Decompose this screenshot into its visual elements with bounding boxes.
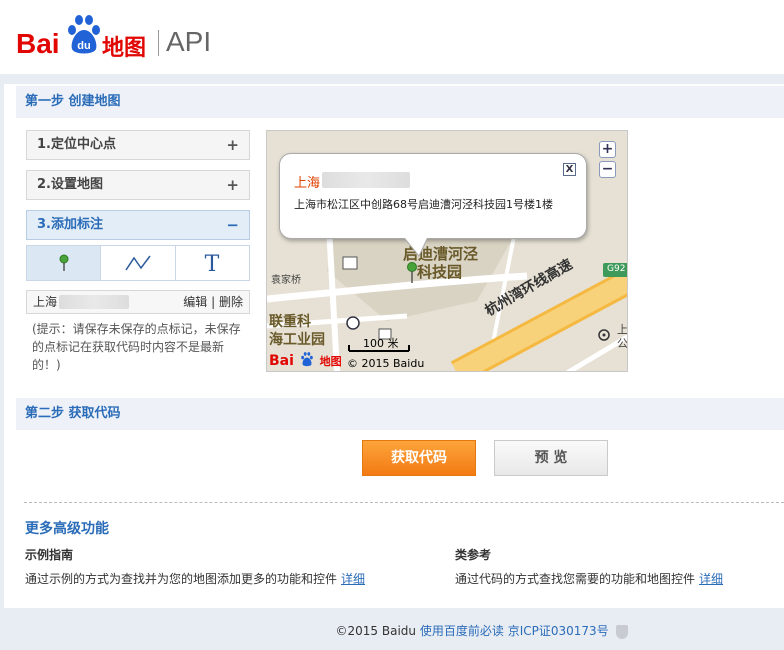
redacted-text — [59, 295, 129, 309]
baidu-paw-icon: du — [68, 15, 100, 54]
info-window-address: 上海市松江区中创路68号启迪漕河泾科技园1号楼1楼 — [294, 198, 553, 211]
separator: | — [211, 295, 216, 309]
place-label-yuanjiaqiao: 袁家桥 — [271, 275, 301, 286]
get-code-button[interactable]: 获取代码 — [362, 440, 476, 476]
divider — [24, 502, 784, 503]
expand-icon: + — [226, 136, 239, 154]
marker-tool-icon — [59, 254, 69, 271]
examples-description: 通过示例的方式为查找并为您的地图添加更多的功能和控件 详细 — [25, 570, 365, 587]
zoom-out-button[interactable]: − — [599, 161, 616, 178]
expand-icon: + — [226, 176, 239, 194]
info-window-pointer — [404, 238, 428, 257]
save-hint-text: (提示：请保存未保存的点标记，未保存的点标记在获取代码时内容不是最新的！) — [32, 322, 241, 372]
class-reference-title: 类参考 — [455, 548, 492, 562]
logo-bai: Bai — [16, 28, 60, 59]
footer-icp-link[interactable]: 京ICP证030173号 — [508, 624, 609, 638]
map-logo-bai: Bai — [269, 353, 294, 369]
marker-tools: T — [26, 245, 250, 281]
step1-title: 第一步 创建地图 — [16, 86, 784, 118]
logo-du: du — [77, 40, 90, 52]
footer-copyright: ©2015 Baidu — [335, 624, 417, 638]
baidu-map-api-logo[interactable]: Bai du 地图 API — [16, 10, 216, 61]
text-tool-glyph: T — [205, 252, 220, 274]
map-canvas[interactable]: 启迪漕河泾 科技园 袁家桥 联重科 海工业园 杭州湾环线高速 G92 上 公 1… — [266, 130, 628, 372]
map-scale-label: 100 米 — [363, 337, 399, 350]
preview-button[interactable]: 预 览 — [494, 440, 608, 476]
info-window-title: 上海 — [294, 176, 321, 191]
marker-delete-link[interactable]: 删除 — [219, 295, 243, 309]
accordion-label: 2.设置地图 — [37, 177, 103, 192]
classref-desc-text: 通过代码的方式查找您需要的功能和地图控件 — [455, 572, 696, 586]
logo-ditu: 地图 — [102, 36, 147, 61]
zoom-in-button[interactable]: + — [599, 141, 616, 158]
accordion-map-settings[interactable]: 2.设置地图 + — [26, 170, 250, 200]
place-label-lianchong: 联重科 — [269, 314, 311, 330]
footer: ©2015 Baidu 使用百度前必读 京ICP证030173号 — [0, 622, 784, 639]
logo-api: API — [166, 26, 212, 57]
baidu-paw-icon — [300, 352, 313, 367]
map-logo-ditu: 地图 — [319, 355, 342, 368]
place-label-industrial-park: 海工业园 — [269, 332, 325, 348]
classref-detail-link[interactable]: 详细 — [699, 572, 723, 586]
accordion-add-markers[interactable]: 3.添加标注 − — [26, 210, 250, 240]
highway-code-badge: G92 — [607, 264, 626, 274]
map-logo: Bai 地图 — [269, 351, 342, 369]
advanced-features-title: 更多高级功能 — [25, 521, 109, 537]
marker-edit-link[interactable]: 编辑 — [183, 295, 207, 309]
marker-list-item[interactable]: 上海 编辑 | 删除 — [26, 290, 250, 314]
marker-actions: 编辑 | 删除 — [183, 291, 243, 313]
logo-divider — [158, 30, 159, 56]
examples-detail-link[interactable]: 详细 — [341, 572, 365, 586]
text-tool-button[interactable]: T — [175, 246, 249, 280]
header: Bai du 地图 API — [0, 0, 784, 74]
examples-desc-text: 通过示例的方式为查找并为您的地图添加更多的功能和控件 — [25, 572, 338, 586]
polyline-tool-icon — [125, 255, 151, 271]
collapse-icon: − — [226, 216, 239, 234]
class-reference-description: 通过代码的方式查找您需要的功能和地图控件 详细 — [455, 570, 723, 587]
marker-tool-button[interactable] — [27, 246, 102, 280]
place-label-right-2: 公 — [617, 337, 628, 350]
accordion-label: 1.定位中心点 — [37, 137, 116, 152]
marker-name: 上海 — [33, 295, 58, 309]
map-copyright: © 2015 Baidu — [347, 357, 425, 370]
shield-icon — [616, 624, 629, 639]
footer-terms-link[interactable]: 使用百度前必读 — [420, 624, 504, 638]
polyline-tool-button[interactable] — [101, 246, 176, 280]
accordion-label: 3.添加标注 — [37, 217, 103, 232]
redacted-text — [322, 172, 410, 188]
text-tool-icon: T — [205, 252, 220, 274]
close-icon[interactable]: X — [563, 163, 576, 176]
main-panel: 第一步 创建地图 1.定位中心点 + 2.设置地图 + 3.添加标注 − T 上… — [4, 84, 784, 608]
marker-info-window[interactable]: 上海 上海市松江区中创路68号启迪漕河泾科技园1号楼1楼 X — [279, 153, 587, 239]
step2-title: 第二步 获取代码 — [16, 398, 784, 430]
accordion-set-center[interactable]: 1.定位中心点 + — [26, 130, 250, 160]
examples-title: 示例指南 — [25, 548, 74, 562]
poi-label-2: 科技园 — [417, 263, 463, 281]
